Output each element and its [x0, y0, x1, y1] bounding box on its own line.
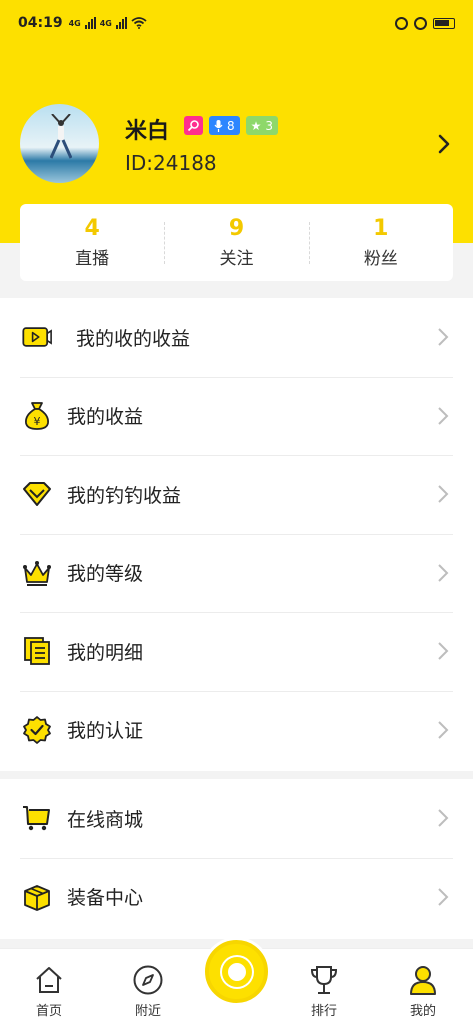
user-badges: 8 ★ 3 — [184, 116, 279, 135]
mic-level-value: 8 — [227, 118, 235, 133]
trophy-icon — [308, 963, 340, 997]
alarm-icon — [414, 16, 427, 30]
status-bar: 04:19 4G 4G — [0, 0, 473, 46]
menu-item-shop[interactable]: 在线商城 — [0, 779, 473, 858]
menu-list-main: 我的收的收益 ¥ 我的收益 我的钓钓收益 我的等级 我的明细 我的认证 — [0, 298, 473, 771]
profile-icon — [407, 963, 439, 997]
svg-text:¥: ¥ — [34, 415, 41, 428]
stat-following[interactable]: 9 关注 — [164, 204, 308, 281]
menu-item-video-earnings-label: 我的收的收益 — [76, 327, 191, 350]
go-live-icon — [227, 962, 246, 981]
status-time: 04:19 — [18, 15, 63, 31]
network-type-label: 4G — [68, 18, 81, 28]
home-icon — [33, 963, 65, 997]
menu-item-earnings-label: 我的收益 — [67, 406, 144, 429]
video-play-icon — [22, 322, 52, 352]
avatar[interactable] — [20, 104, 99, 183]
list-detail-icon — [22, 636, 52, 666]
lock-rotation-icon — [395, 16, 408, 30]
menu-item-diamond-earnings[interactable]: 我的钓钓收益 — [0, 455, 473, 534]
stat-following-label: 关注 — [219, 249, 254, 269]
stat-fans-value: 1 — [373, 216, 389, 241]
nav-home[interactable]: 首页 — [19, 963, 79, 1019]
nav-ranking[interactable]: 排行 — [294, 963, 354, 1019]
star-level-badge: ★ 3 — [245, 116, 279, 135]
menu-item-verification[interactable]: 我的认证 — [0, 690, 473, 770]
shopping-cart-icon — [22, 803, 52, 833]
menu-item-verification-label: 我的认证 — [67, 720, 144, 743]
stat-fans[interactable]: 1 粉丝 — [308, 204, 453, 281]
nav-nearby[interactable]: 附近 — [118, 963, 178, 1019]
anchor-badge — [184, 116, 203, 135]
username: 米白 — [125, 119, 170, 144]
menu-item-shop-label: 在线商城 — [67, 808, 144, 831]
menu-item-diamond-earnings-label: 我的钓钓收益 — [67, 484, 182, 507]
stat-live-value: 4 — [84, 216, 100, 241]
menu-list-secondary: 在线商城 装备中心 — [0, 779, 473, 939]
menu-item-earnings[interactable]: ¥ 我的收益 — [0, 376, 473, 456]
wifi-icon — [131, 17, 147, 29]
nav-ranking-label: 排行 — [310, 1004, 337, 1019]
battery-icon — [433, 17, 455, 29]
star-icon: ★ — [250, 118, 262, 133]
stat-following-value: 9 — [228, 216, 245, 241]
crown-icon — [22, 558, 52, 588]
chevron-right-icon — [438, 721, 449, 739]
compass-icon — [132, 963, 164, 997]
chevron-right-icon — [438, 888, 449, 906]
verified-badge-icon — [22, 715, 52, 745]
microphone-icon — [214, 119, 223, 132]
menu-item-video-earnings[interactable]: 我的收的收益 — [0, 298, 473, 377]
chevron-right-icon — [438, 407, 449, 425]
stat-fans-label: 粉丝 — [363, 249, 398, 269]
menu-item-details-label: 我的明细 — [67, 641, 144, 664]
menu-item-level[interactable]: 我的等级 — [0, 533, 473, 613]
chevron-right-icon — [438, 642, 449, 660]
status-signal-group: 4G 4G — [69, 17, 147, 29]
go-live-button[interactable] — [205, 940, 268, 1003]
network-type-label-2: 4G — [99, 18, 112, 28]
menu-item-equipment[interactable]: 装备中心 — [0, 857, 473, 937]
nav-profile-label: 我的 — [409, 1004, 436, 1019]
avatar-person-figure — [50, 114, 72, 159]
nav-profile[interactable]: 我的 — [393, 963, 453, 1019]
stat-live[interactable]: 4 直播 — [20, 204, 164, 281]
star-level-value: 3 — [265, 118, 274, 133]
chevron-right-icon — [438, 485, 449, 503]
signal-icon — [84, 17, 96, 29]
status-right-icons — [395, 16, 455, 30]
stats-card: 4 直播 9 关注 1 粉丝 — [20, 204, 453, 281]
search-key-icon — [187, 120, 199, 132]
nav-nearby-label: 附近 — [134, 1004, 161, 1019]
mic-level-badge: 8 — [209, 116, 240, 135]
chevron-right-icon — [438, 809, 449, 827]
bottom-navigation: 首页 附近 排行 我的 — [0, 940, 473, 1024]
stat-live-label: 直播 — [75, 249, 110, 269]
menu-item-equipment-label: 装备中心 — [67, 887, 144, 910]
money-bag-icon: ¥ — [22, 401, 52, 431]
chevron-right-icon — [438, 328, 449, 346]
menu-item-level-label: 我的等级 — [67, 563, 144, 586]
menu-item-details[interactable]: 我的明细 — [0, 612, 473, 691]
chevron-right-icon — [438, 564, 449, 582]
package-box-icon — [22, 882, 52, 912]
nav-home-label: 首页 — [35, 1004, 62, 1019]
profile-chevron-right-icon[interactable] — [432, 132, 456, 156]
signal-icon-2 — [115, 17, 127, 29]
user-id: ID:24188 — [125, 151, 217, 175]
diamond-icon — [22, 479, 52, 509]
